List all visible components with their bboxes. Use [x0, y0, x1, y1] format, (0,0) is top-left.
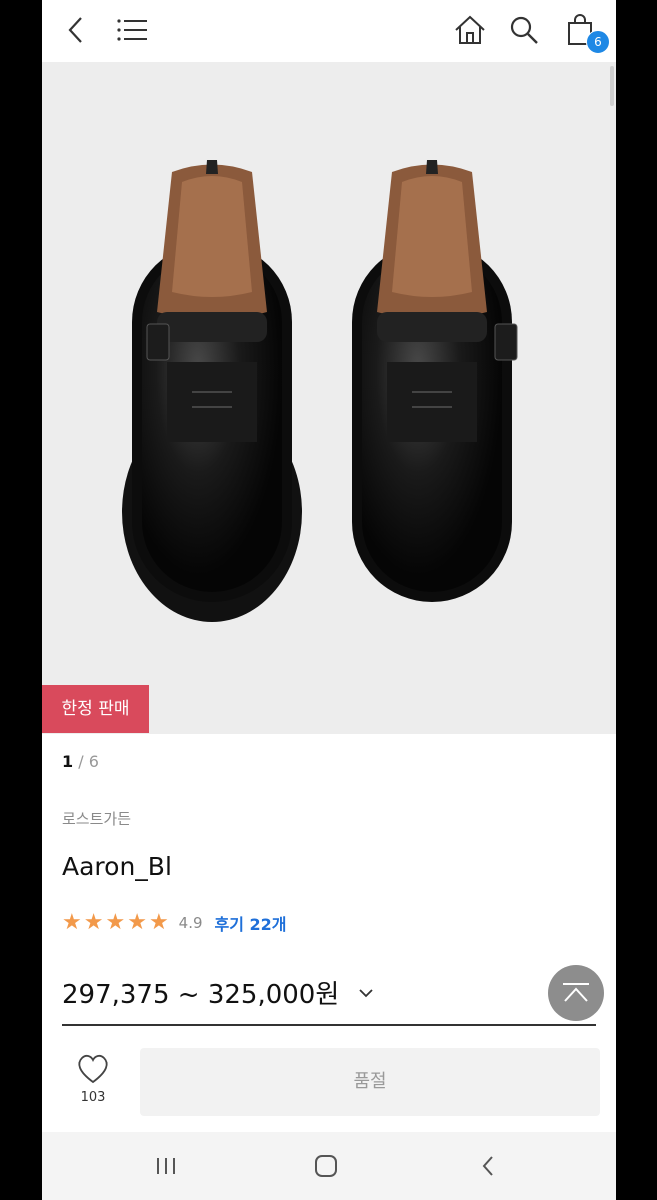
- system-back-icon[interactable]: [458, 1146, 518, 1186]
- chevron-down-icon[interactable]: [358, 984, 374, 1003]
- top-bar: 6: [42, 0, 616, 62]
- search-icon[interactable]: [504, 10, 544, 50]
- home-icon[interactable]: [450, 10, 490, 50]
- arrow-up-icon: [563, 983, 589, 1002]
- rating-score: 4.9: [178, 914, 203, 932]
- heart-icon: [78, 1054, 108, 1084]
- price-selector[interactable]: 297,375 ~ 325,000원: [62, 974, 596, 1026]
- home-button-icon[interactable]: [296, 1146, 356, 1186]
- star-icon: ★: [62, 910, 82, 935]
- star-icon: ★: [105, 910, 126, 935]
- reviews-link[interactable]: 후기 22개: [215, 911, 287, 935]
- system-nav-bar: [42, 1132, 616, 1200]
- scroll-to-top-button[interactable]: [548, 965, 604, 1021]
- image-pager: 1 / 6: [62, 752, 99, 771]
- like-button[interactable]: 103: [62, 1054, 124, 1118]
- limited-sale-label: 한정 판매: [42, 685, 149, 733]
- like-count: 103: [80, 1090, 106, 1105]
- scrollbar[interactable]: [610, 66, 614, 106]
- loafer-shoes-illustration: [122, 160, 518, 622]
- back-arrow-icon[interactable]: [56, 10, 96, 50]
- shopping-bag-icon[interactable]: 6: [560, 10, 610, 54]
- cart-count-badge: 6: [586, 30, 610, 54]
- price-range: 297,375 ~ 325,000원: [62, 980, 340, 1010]
- pager-total: 6: [88, 752, 99, 771]
- menu-icon[interactable]: [112, 10, 152, 50]
- star-icon: ★: [127, 910, 147, 935]
- soldout-button[interactable]: 품절: [140, 1048, 600, 1116]
- star-icon: ★: [148, 910, 169, 935]
- recent-apps-icon[interactable]: [136, 1146, 196, 1186]
- bottom-action-bar: 103 품절: [42, 1040, 616, 1132]
- brand-name[interactable]: 로스트가든: [62, 808, 131, 829]
- rating-row: ★ ★ ★ ★ ★ 4.9 후기 22개: [62, 910, 287, 936]
- app-screen: 6 한정 판매 1 / 6 로스트가든 Aaron_Bl ★ ★ ★ ★ ★ 4…: [42, 0, 616, 1200]
- pager-separator: /: [73, 752, 89, 771]
- product-name: Aaron_Bl: [62, 852, 172, 881]
- pager-current: 1: [62, 752, 74, 771]
- product-image[interactable]: [42, 62, 616, 734]
- star-icon: ★: [83, 910, 104, 935]
